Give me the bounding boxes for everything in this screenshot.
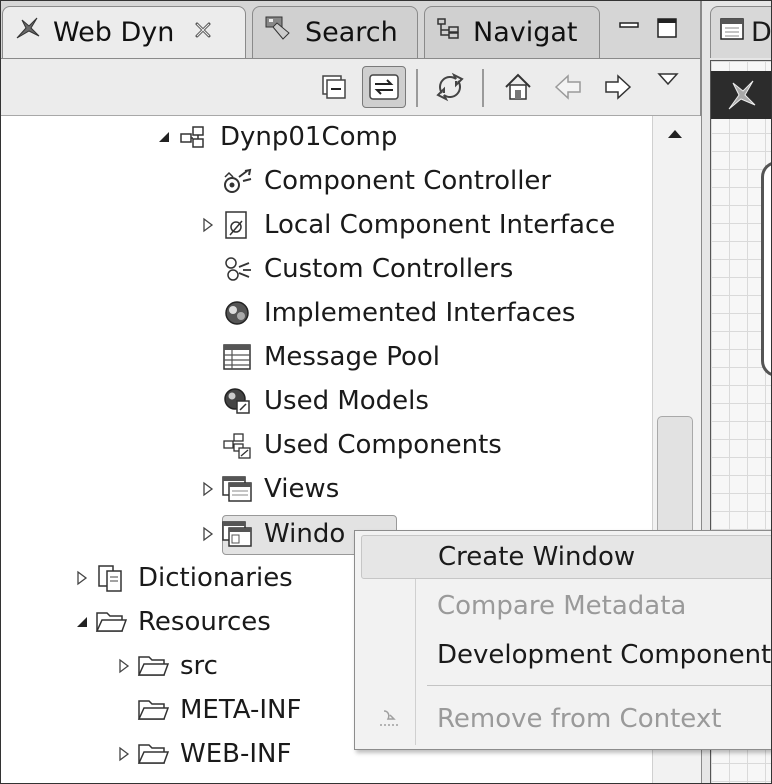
dictionaries-icon (94, 561, 128, 595)
tree-item-src[interactable]: src (112, 646, 218, 686)
web-dynpro-explorer-icon (13, 14, 43, 51)
interface-icon (220, 208, 254, 242)
collapsed-triangle-icon[interactable] (196, 481, 220, 497)
maximize-icon[interactable] (656, 17, 678, 43)
view-window-controls (608, 10, 708, 50)
menu-item-label: Remove from Context (437, 704, 722, 734)
tree-item-windows[interactable]: Windo (196, 514, 345, 554)
folder-open-icon (136, 693, 170, 727)
tree-item-resources[interactable]: Resources (70, 602, 271, 642)
implemented-interfaces-icon (220, 296, 254, 330)
toolbar-separator (482, 69, 484, 107)
controller-icon (220, 164, 254, 198)
minimize-icon[interactable] (618, 17, 640, 43)
tree-item-label: Used Models (264, 386, 429, 416)
tab-search[interactable]: Search (252, 6, 418, 58)
tree-item-label: Implemented Interfaces (264, 298, 576, 328)
tree-item-implemented-interfaces[interactable]: Implemented Interfaces (196, 293, 575, 333)
link-with-editor-icon[interactable] (362, 66, 406, 108)
navigator-icon (435, 15, 463, 50)
sync-icon[interactable] (432, 69, 468, 105)
tree-item-message-pool[interactable]: Message Pool (196, 337, 440, 377)
remove-from-context-icon (361, 707, 421, 731)
view-toolbar (0, 59, 700, 116)
menu-item-remove-from-context[interactable]: Remove from Context (361, 697, 772, 741)
editor-tab[interactable]: D (710, 6, 772, 58)
folder-open-icon (136, 737, 170, 771)
tree-item-custom-controllers[interactable]: Custom Controllers (196, 249, 513, 289)
views-folder-icon (220, 472, 254, 506)
menu-item-create-window[interactable]: Create Window (361, 535, 772, 579)
collapsed-triangle-icon[interactable] (196, 217, 220, 233)
tree-item-label: Custom Controllers (264, 254, 514, 284)
collapsed-triangle-icon[interactable] (112, 658, 136, 674)
tree-item-used-models[interactable]: Used Models (196, 381, 429, 421)
tab-label: Web Dyn (53, 17, 175, 48)
menu-item-label: Create Window (438, 542, 636, 572)
tree-item-views[interactable]: Views (196, 469, 339, 509)
search-flashlight-icon (263, 13, 295, 52)
component-icon (176, 120, 210, 154)
tree-item-dictionaries[interactable]: Dictionaries (70, 558, 293, 598)
scrollbar-thumb[interactable] (657, 416, 693, 538)
tree-item-component-controller[interactable]: Component Controller (196, 161, 551, 201)
tab-web-dynpro[interactable]: Web Dyn (2, 6, 246, 58)
windows-folder-icon (220, 517, 254, 551)
tree-item-label: Component Controller (264, 166, 552, 196)
menu-item-label: Compare Metadata (437, 591, 687, 621)
tree-item-label: Views (264, 474, 340, 504)
folder-open-icon (94, 605, 128, 639)
tab-navigator[interactable]: Navigat (424, 6, 600, 58)
tree-item-meta-inf[interactable]: META-INF (112, 690, 301, 730)
menu-separator (427, 685, 772, 686)
close-icon[interactable] (192, 17, 214, 48)
tree-item-label: Local Component Interface (264, 210, 616, 240)
palette-tool-icon[interactable] (721, 75, 761, 115)
collapse-all-icon[interactable] (316, 69, 352, 105)
folder-open-icon (136, 649, 170, 683)
tree-item-local-component-interface[interactable]: Local Component Interface (196, 205, 615, 245)
tree-item-label: META-INF (180, 695, 302, 725)
tree-item-label: Windo (264, 519, 346, 549)
home-icon[interactable] (500, 69, 536, 105)
tree-item-used-components[interactable]: Used Components (196, 425, 502, 465)
message-pool-icon (220, 340, 254, 374)
expanded-triangle-icon[interactable] (70, 615, 94, 629)
menu-item-development-component[interactable]: Development Component (361, 633, 772, 677)
scroll-up-arrow-icon[interactable] (665, 126, 685, 145)
menu-item-label: Development Component (437, 640, 772, 670)
palette-header (711, 71, 772, 119)
collapsed-triangle-icon[interactable] (70, 570, 94, 586)
forward-icon[interactable] (600, 69, 636, 105)
tree-item-label: src (180, 651, 218, 681)
collapsed-triangle-icon[interactable] (196, 526, 220, 542)
tree-item-label: Resources (138, 607, 271, 637)
back-icon[interactable] (550, 69, 586, 105)
used-models-icon (220, 384, 254, 418)
view-menu-icon[interactable] (650, 61, 686, 97)
context-menu: Create Window Compare Metadata Developme… (354, 530, 772, 750)
tree-item-label: Dynp01Comp (220, 122, 398, 152)
tree-item-label: WEB-INF (180, 739, 292, 769)
expanded-triangle-icon[interactable] (152, 130, 176, 144)
tree-item-label: Dictionaries (138, 563, 293, 593)
tree-item-label: Message Pool (264, 342, 441, 372)
view-tab-bar: Web Dyn Search Navigat (0, 0, 700, 59)
tree-item-component[interactable]: Dynp01Comp (152, 117, 397, 157)
tab-label: Search (305, 17, 398, 48)
editor-diagram-icon (719, 16, 745, 49)
diagram-node[interactable] (761, 161, 772, 377)
custom-controllers-icon (220, 252, 254, 286)
tree-item-web-inf[interactable]: WEB-INF (112, 734, 291, 774)
used-components-icon (220, 428, 254, 462)
toolbar-separator (416, 69, 418, 107)
web-dynpro-explorer-window: Web Dyn Search Navigat D Dynp01Comp Comp… (0, 0, 772, 784)
menu-item-compare-metadata[interactable]: Compare Metadata (361, 584, 772, 628)
collapsed-triangle-icon[interactable] (112, 746, 136, 762)
tab-label: Navigat (473, 17, 578, 48)
tree-item-label: Used Components (264, 430, 502, 460)
editor-tab-label: D (751, 17, 772, 48)
